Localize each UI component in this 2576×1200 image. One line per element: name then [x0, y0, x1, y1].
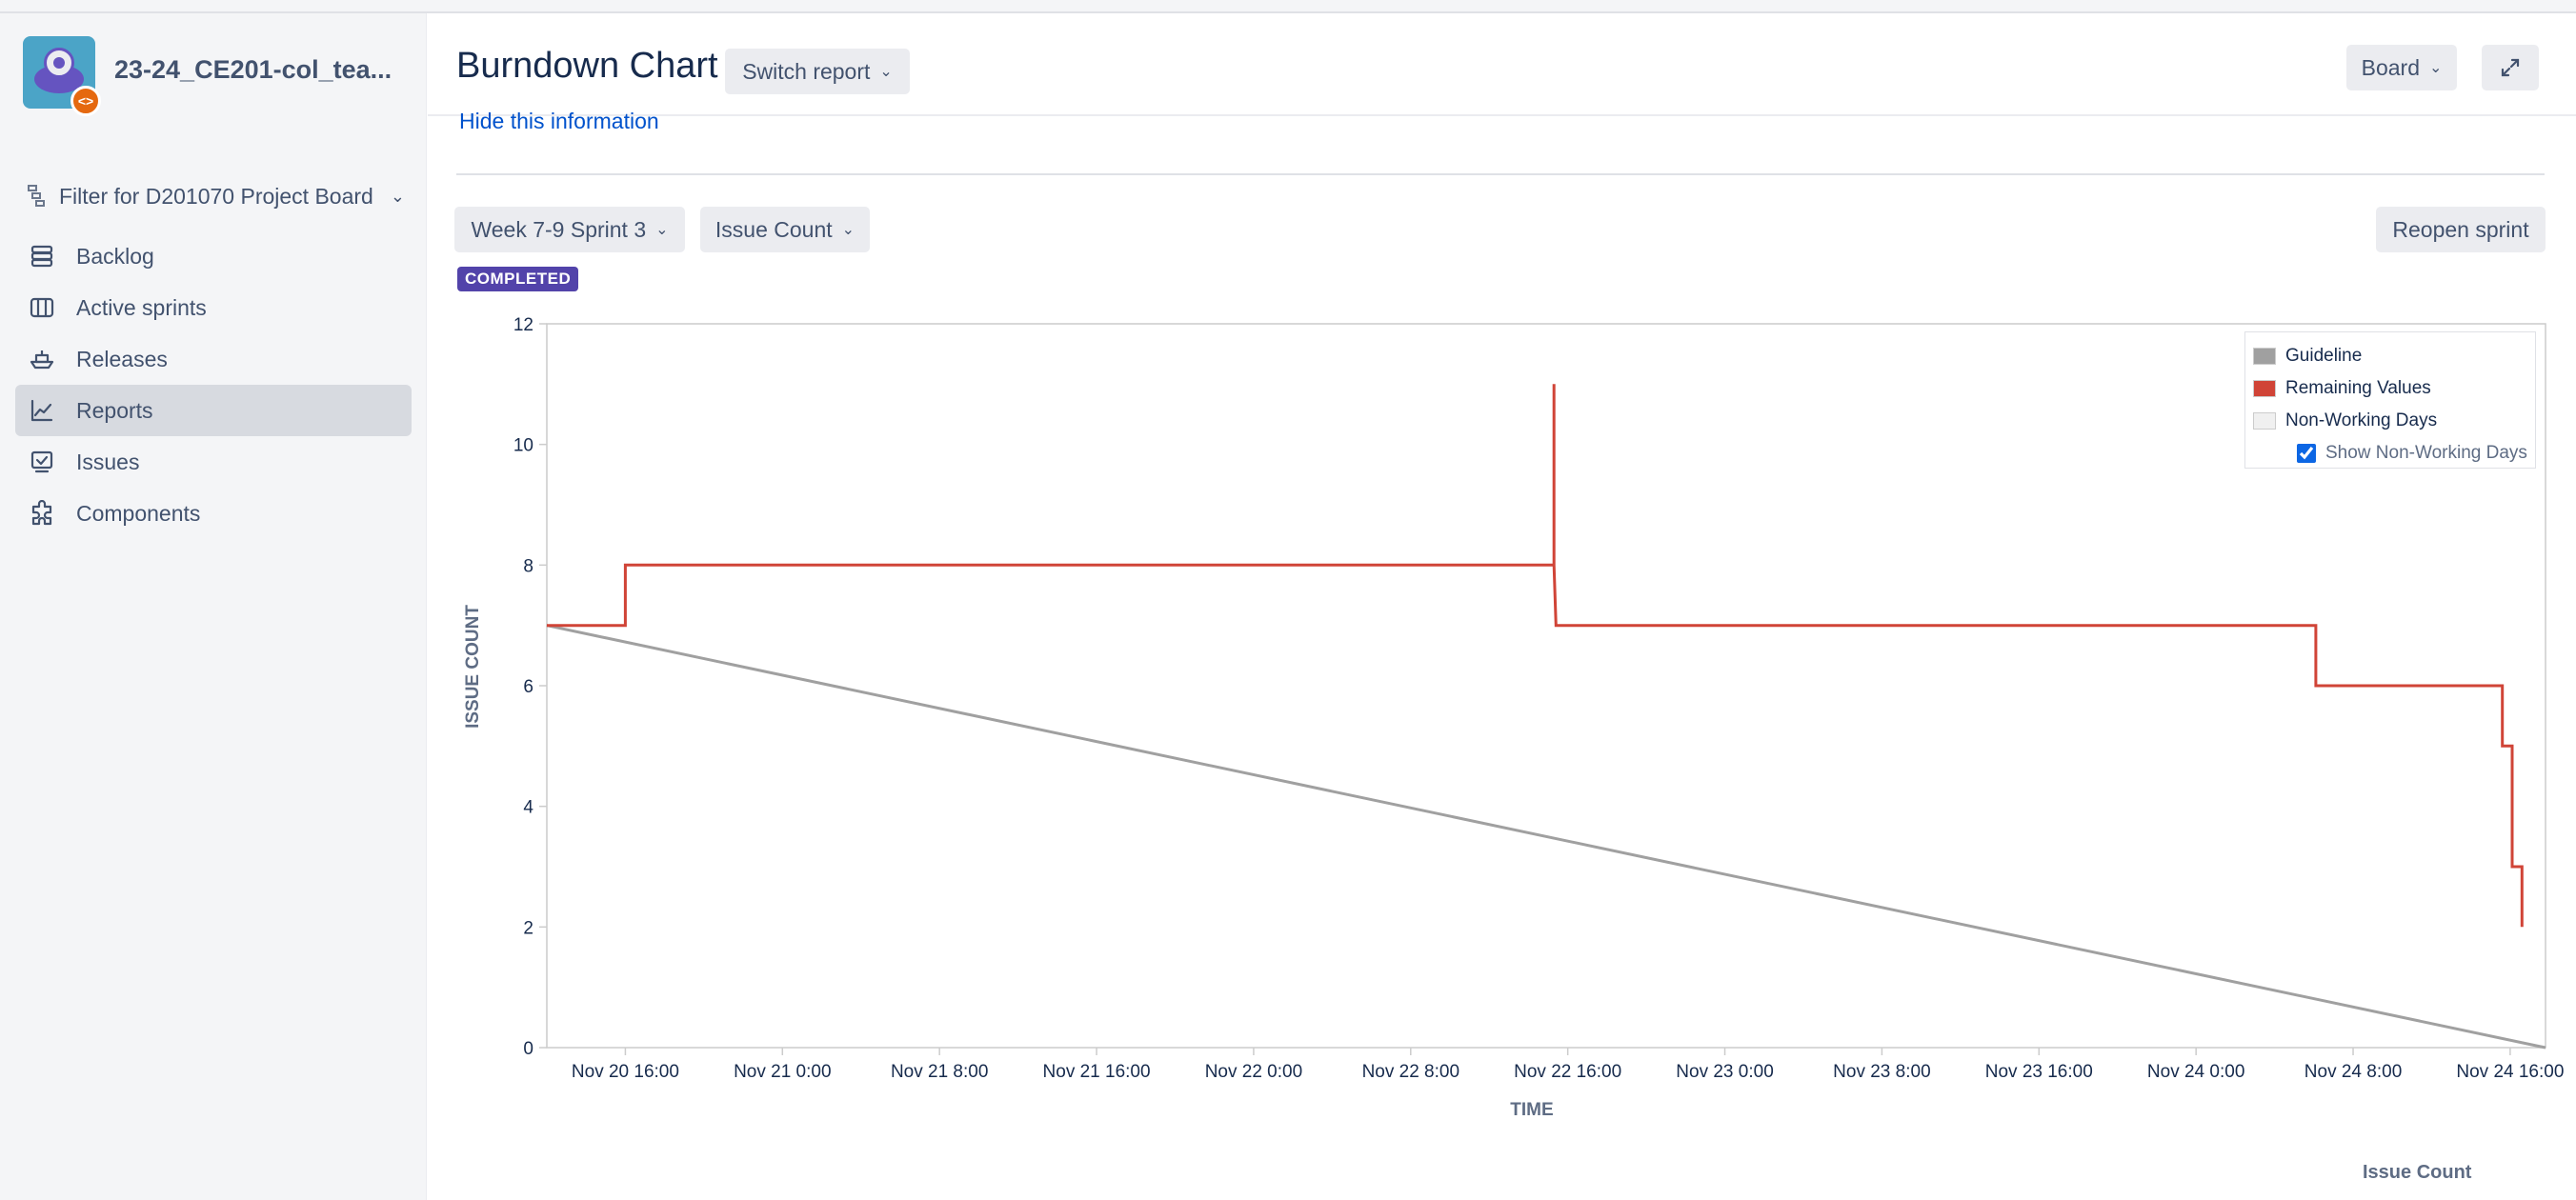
y-tick-label: 8 — [523, 556, 533, 576]
series-layer — [546, 384, 2546, 1050]
chevron-down-icon: ⌄ — [655, 222, 669, 238]
legend-item-remaining: Remaining Values — [2253, 372, 2527, 405]
x-tick-label: Nov 21 8:00 — [891, 1062, 988, 1082]
reopen-sprint-button[interactable]: Reopen sprint — [2376, 207, 2546, 252]
sidebar-item-label: Components — [76, 500, 201, 526]
x-tick-label: Nov 22 8:00 — [1362, 1062, 1459, 1082]
legend-label: Non-Working Days — [2285, 410, 2438, 430]
sidebar-nav: Backlog Active sprints Releases Reports … — [15, 230, 412, 539]
legend-label: Guideline — [2285, 346, 2363, 366]
chevron-down-icon: ⌄ — [879, 64, 893, 80]
estimation-select[interactable]: Issue Count ⌄ — [700, 207, 870, 252]
sprint-select-label: Week 7-9 Sprint 3 — [471, 216, 647, 242]
chart-legend: Guideline Remaining Values Non-Working D… — [2244, 331, 2536, 469]
sidebar-item-issues[interactable]: Issues — [15, 436, 412, 488]
y-axis: 0 2 4 6 8 10 12 — [513, 315, 547, 1059]
legend-item-non-working: Non-Working Days — [2253, 405, 2527, 437]
top-bar — [0, 0, 2576, 13]
divider — [456, 173, 2545, 175]
reopen-sprint-label: Reopen sprint — [2392, 216, 2529, 242]
remaining-values-line — [547, 384, 2524, 928]
show-non-working-days-label: Show Non-Working Days — [2325, 443, 2527, 463]
board-icon — [29, 294, 55, 321]
ship-icon — [29, 346, 55, 372]
x-tick-label: Nov 24 8:00 — [2304, 1062, 2402, 1082]
page-title: Burndown Chart — [456, 46, 718, 86]
sidebar-item-label: Releases — [76, 346, 168, 371]
code-badge-icon: <> — [70, 86, 101, 116]
board-filter-icon — [28, 185, 45, 207]
sidebar-item-label: Reports — [76, 397, 153, 423]
x-tick-label: Nov 23 8:00 — [1833, 1062, 1930, 1082]
sidebar-item-label: Issues — [76, 449, 140, 474]
sprint-select[interactable]: Week 7-9 Sprint 3 ⌄ — [454, 207, 685, 252]
y-tick-label: 2 — [523, 918, 533, 938]
x-tick-label: Nov 23 0:00 — [1676, 1062, 1773, 1082]
legend-label: Remaining Values — [2285, 378, 2431, 398]
sidebar-item-label: Backlog — [76, 243, 154, 269]
chevron-down-icon: ⌄ — [390, 186, 405, 206]
x-tick-label: Nov 24 16:00 — [2456, 1062, 2564, 1082]
y-tick-label: 4 — [523, 798, 533, 818]
remaining-swatch — [2253, 380, 2276, 397]
sidebar-item-label: Active sprints — [76, 294, 207, 320]
page-header: Burndown Chart Switch report ⌄ Board ⌄ — [428, 13, 2576, 116]
board-filter-dropdown[interactable]: Filter for D201070 Project Board ⌄ — [27, 177, 405, 215]
estimation-select-label: Issue Count — [714, 216, 833, 242]
y-tick-label: 12 — [513, 315, 533, 335]
x-axis-label: TIME — [1510, 1100, 1553, 1120]
chevron-down-icon: ⌄ — [2428, 60, 2443, 76]
y-axis-label: ISSUE COUNT — [463, 605, 483, 729]
show-non-working-days-toggle[interactable]: Show Non-Working Days — [2253, 437, 2527, 470]
board-filter-label: Filter for D201070 Project Board — [59, 183, 373, 209]
backlog-icon — [29, 243, 55, 270]
x-axis: Nov 20 16:00 Nov 21 0:00 Nov 21 8:00 Nov 21… — [572, 1048, 2564, 1082]
sidebar-item-backlog[interactable]: Backlog — [15, 230, 412, 282]
guideline-swatch — [2253, 348, 2276, 365]
hide-information-link[interactable]: Hide this information — [459, 109, 659, 134]
sidebar: <> 23-24_CE201-col_tea... Filter for D20… — [0, 13, 427, 1200]
legend-item-guideline: Guideline — [2253, 340, 2527, 372]
chevron-down-icon: ⌄ — [841, 222, 855, 238]
y-tick-label: 6 — [523, 677, 533, 697]
y-tick-label: 10 — [513, 436, 533, 456]
x-tick-label: Nov 22 0:00 — [1205, 1062, 1302, 1082]
project-name[interactable]: 23-24_CE201-col_tea... — [114, 55, 392, 85]
x-tick-label: Nov 22 16:00 — [1514, 1062, 1621, 1082]
sidebar-item-active-sprints[interactable]: Active sprints — [15, 282, 412, 333]
non-working-swatch — [2253, 412, 2276, 430]
x-tick-label: Nov 23 16:00 — [1985, 1062, 2093, 1082]
expand-icon — [2501, 58, 2520, 77]
footer-issue-count-label: Issue Count — [2363, 1162, 2472, 1183]
board-label: Board — [2361, 54, 2420, 80]
y-tick-label: 0 — [523, 1039, 533, 1059]
sidebar-item-reports[interactable]: Reports — [15, 385, 412, 436]
puzzle-icon — [29, 500, 55, 527]
x-tick-label: Nov 20 16:00 — [572, 1062, 679, 1082]
fullscreen-button[interactable] — [2482, 45, 2539, 90]
chart-icon — [29, 397, 55, 424]
issues-icon — [29, 449, 55, 475]
show-non-working-days-checkbox[interactable] — [2297, 444, 2316, 463]
x-tick-label: Nov 24 0:00 — [2147, 1062, 2244, 1082]
board-button[interactable]: Board ⌄ — [2346, 45, 2457, 90]
sidebar-item-components[interactable]: Components — [15, 488, 412, 539]
x-tick-label: Nov 21 0:00 — [734, 1062, 831, 1082]
guideline-line — [546, 624, 2546, 1050]
status-badge: COMPLETED — [457, 267, 579, 291]
switch-report-label: Switch report — [742, 58, 871, 84]
sidebar-item-releases[interactable]: Releases — [15, 333, 412, 385]
x-tick-label: Nov 21 16:00 — [1043, 1062, 1151, 1082]
switch-report-button[interactable]: Switch report ⌄ — [725, 49, 910, 94]
